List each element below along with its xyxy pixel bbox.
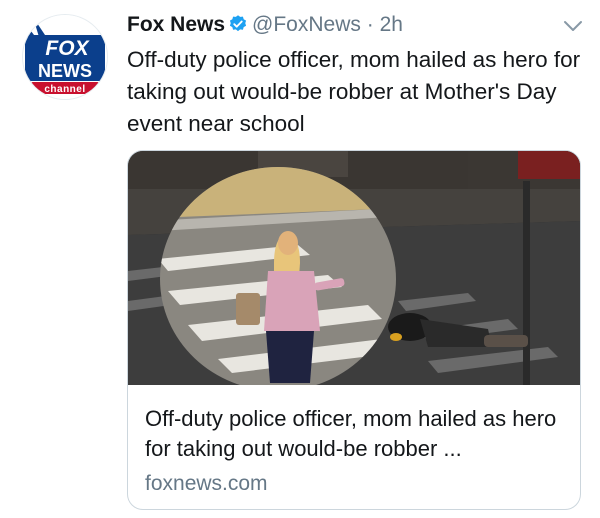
street-scene-photo bbox=[128, 151, 580, 385]
fox-news-avatar[interactable]: FOX NEWS channel bbox=[22, 14, 108, 100]
verified-badge-icon bbox=[228, 14, 248, 41]
separator-dot: · bbox=[366, 13, 374, 36]
card-domain: foxnews.com bbox=[145, 472, 268, 495]
tweet-header: Fox News @FoxNews · 2h bbox=[127, 12, 403, 41]
svg-text:FOX: FOX bbox=[45, 37, 90, 60]
tweet-text: Off-duty police officer, mom hailed as h… bbox=[127, 47, 581, 136]
svg-text:NEWS: NEWS bbox=[38, 61, 92, 81]
author-handle[interactable]: @FoxNews bbox=[252, 13, 361, 36]
svg-text:channel: channel bbox=[44, 84, 85, 95]
tweet-timestamp[interactable]: 2h bbox=[380, 13, 403, 36]
author-name[interactable]: Fox News bbox=[127, 13, 225, 36]
chevron-down-icon[interactable] bbox=[562, 18, 584, 34]
card-title: Off-duty police officer, mom hailed as h… bbox=[145, 406, 557, 461]
fox-news-logo-icon: FOX NEWS channel bbox=[23, 15, 107, 99]
link-card[interactable]: Off-duty police officer, mom hailed as h… bbox=[127, 150, 581, 510]
